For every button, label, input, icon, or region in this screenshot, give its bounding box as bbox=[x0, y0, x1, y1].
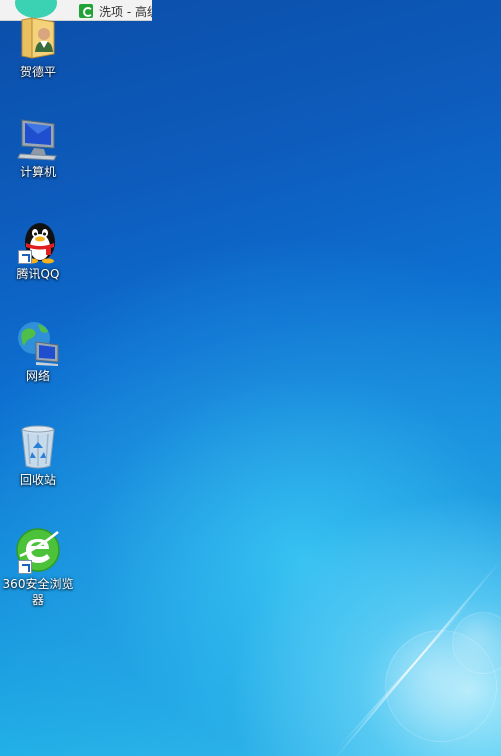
desktop-icon-recycle-bin[interactable]: 回收站 bbox=[0, 422, 76, 488]
desktop-icon-computer[interactable]: 计算机 bbox=[0, 114, 76, 180]
desktop-icon-360-browser[interactable]: 360安全浏览器 bbox=[0, 526, 76, 608]
qq-penguin-icon bbox=[14, 216, 62, 264]
desktop-icon-label: 贺德平 bbox=[19, 65, 56, 79]
network-icon bbox=[14, 318, 62, 366]
desktop-icon-label: 网络 bbox=[25, 369, 50, 383]
desktop-icon-user-folder[interactable]: 贺德平 bbox=[0, 14, 76, 80]
shortcut-arrow-icon bbox=[18, 250, 32, 264]
desktop-icon-label: 腾讯QQ bbox=[16, 267, 60, 281]
user-folder-icon bbox=[14, 14, 62, 62]
desktop-icon-network[interactable]: 网络 bbox=[0, 318, 76, 384]
shortcut-arrow-icon bbox=[18, 560, 32, 574]
options-window-icon bbox=[79, 4, 93, 18]
desktop-background: 洗项 - 高级 贺德平 计算机 bbox=[0, 0, 501, 756]
desktop-icon-label: 计算机 bbox=[19, 165, 56, 179]
desktop-icon-qq[interactable]: 腾讯QQ bbox=[0, 216, 76, 282]
computer-icon bbox=[14, 114, 62, 162]
360-browser-icon bbox=[14, 526, 62, 574]
desktop-icon-label: 回收站 bbox=[19, 473, 56, 487]
desktop-icon-label: 360安全浏览器 bbox=[2, 577, 74, 607]
window-title[interactable]: 洗项 - 高级 bbox=[99, 3, 152, 20]
recycle-bin-icon bbox=[14, 422, 62, 470]
